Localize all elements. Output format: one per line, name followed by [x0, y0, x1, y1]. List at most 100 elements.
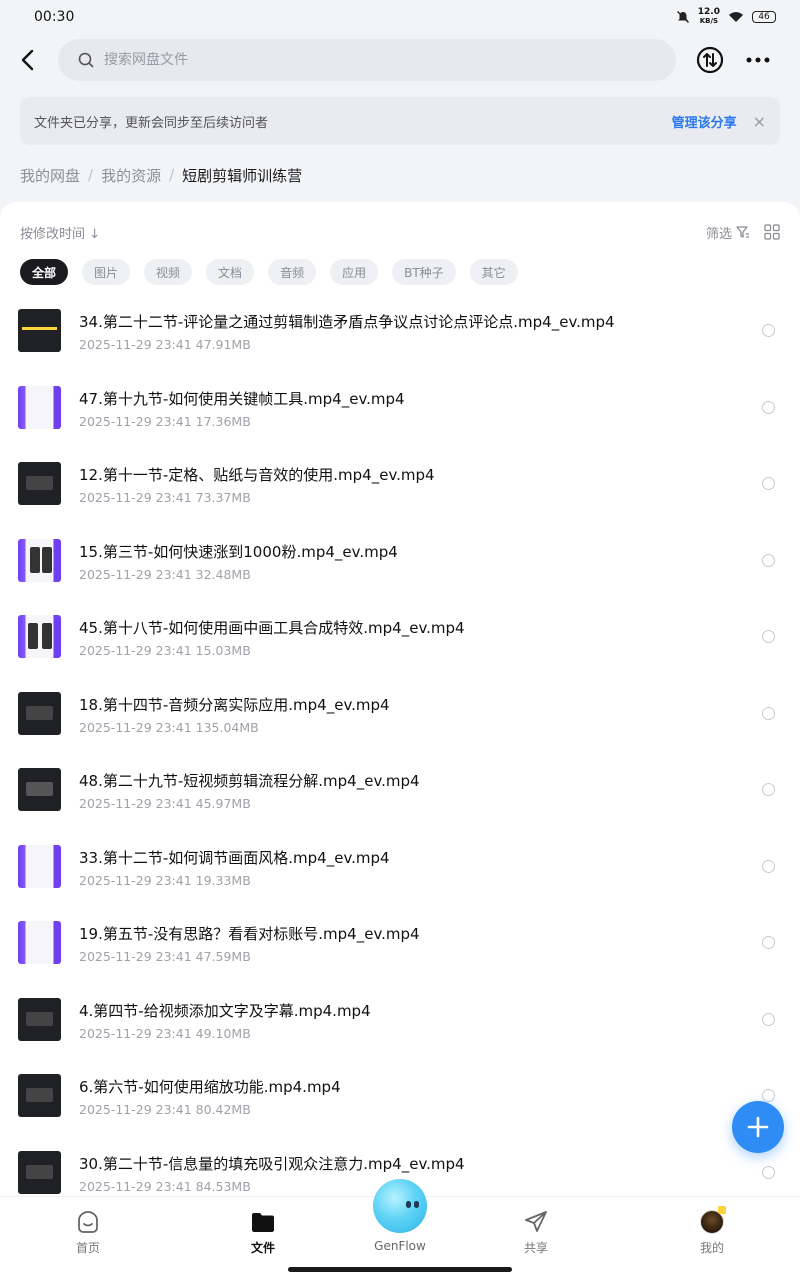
file-name: 4.第四节-给视频添加文字及字幕.mp4.mp4: [79, 1001, 371, 1020]
share-banner: 文件夹已分享，更新会同步至后续访问者 管理该分享 ×: [20, 97, 780, 145]
filter-button[interactable]: 筛选: [706, 223, 750, 242]
back-button[interactable]: [14, 46, 40, 74]
select-radio[interactable]: [762, 1089, 775, 1102]
net-speed-unit: KB/S: [699, 17, 719, 25]
manage-share-link[interactable]: 管理该分享: [672, 112, 737, 131]
file-size: 73.37MB: [195, 490, 251, 505]
status-time: 00:30: [34, 9, 75, 25]
tab-genflow[interactable]: GenFlow: [360, 1179, 440, 1253]
folder-icon: [252, 1213, 274, 1232]
video-thumbnail: [18, 615, 61, 658]
sort-toolbar: 按修改时间 ↓ 筛选: [0, 220, 800, 244]
filter-chips: 全部 图片 视频 文档 音频 应用 BT种子 其它: [20, 259, 518, 285]
search-bar[interactable]: [58, 39, 676, 81]
chip-documents[interactable]: 文档: [206, 259, 255, 285]
grid-view-icon: [764, 224, 780, 240]
file-row[interactable]: 15.第三节-如何快速涨到1000粉.mp4_ev.mp4 2025-11-29…: [0, 527, 800, 604]
file-row[interactable]: 4.第四节-给视频添加文字及字幕.mp4.mp4 2025-11-29 23:4…: [0, 986, 800, 1063]
select-radio[interactable]: [762, 477, 775, 490]
chevron-left-icon: [21, 49, 34, 71]
file-row[interactable]: 19.第五节-没有思路？看看对标账号.mp4_ev.mp4 2025-11-29…: [0, 909, 800, 986]
tab-home[interactable]: 首页: [48, 1209, 128, 1256]
file-row[interactable]: 45.第十八节-如何使用画中画工具合成特效.mp4_ev.mp4 2025-11…: [0, 603, 800, 680]
select-radio[interactable]: [762, 936, 775, 949]
file-meta: 2025-11-29 23:41 45.97MB: [79, 796, 251, 811]
file-meta: 2025-11-29 23:41 47.91MB: [79, 337, 251, 352]
select-radio[interactable]: [762, 324, 775, 337]
file-size: 32.48MB: [195, 566, 251, 582]
file-name: 47.第十九节-如何使用关键帧工具.mp4_ev.mp4: [79, 389, 405, 408]
file-date: 2025-11-29 23:41: [79, 490, 192, 505]
add-button[interactable]: [732, 1101, 784, 1153]
file-row[interactable]: 33.第十二节-如何调节画面风格.mp4_ev.mp4 2025-11-29 2…: [0, 833, 800, 910]
file-date: 2025-11-29 23:41: [79, 1025, 192, 1041]
file-meta: 2025-11-29 23:41 15.03MB: [79, 643, 251, 658]
select-radio[interactable]: [762, 783, 775, 796]
breadcrumb-separator: /: [88, 166, 94, 184]
chip-videos[interactable]: 视频: [144, 259, 193, 285]
file-size: 17.36MB: [195, 413, 251, 429]
file-size: 19.33MB: [195, 872, 251, 888]
file-row[interactable]: 18.第十四节-音频分离实际应用.mp4_ev.mp4 2025-11-29 2…: [0, 680, 800, 757]
select-radio[interactable]: [762, 1012, 775, 1026]
tab-mine[interactable]: 我的: [672, 1206, 752, 1256]
file-name: 45.第十八节-如何使用画中画工具合成特效.mp4_ev.mp4: [79, 619, 465, 637]
file-name: 48.第二十九节-短视频剪辑流程分解.mp4_ev.mp4: [79, 772, 420, 790]
transfer-button[interactable]: [696, 46, 724, 74]
file-name: 18.第十四节-音频分离实际应用.mp4_ev.mp4: [79, 695, 390, 714]
file-name: 33.第十二节-如何调节画面风格.mp4_ev.mp4: [79, 848, 390, 867]
file-name: 6.第六节-如何使用缩放功能.mp4.mp4: [79, 1078, 341, 1096]
select-radio[interactable]: [762, 400, 775, 414]
video-thumbnail: [18, 309, 61, 352]
file-row[interactable]: 48.第二十九节-短视频剪辑流程分解.mp4_ev.mp4 2025-11-29…: [0, 756, 800, 833]
banner-text: 文件夹已分享，更新会同步至后续访问者: [34, 115, 269, 131]
sort-by-modified-button[interactable]: 按修改时间 ↓: [20, 223, 100, 242]
status-icons: 12.0 KB/S 46: [676, 8, 776, 26]
close-banner-button[interactable]: ×: [753, 112, 766, 131]
select-radio[interactable]: [762, 706, 775, 720]
file-size: 135.04MB: [195, 719, 259, 735]
chip-other[interactable]: 其它: [469, 259, 518, 285]
video-thumbnail: [18, 1074, 61, 1117]
select-radio[interactable]: [762, 630, 775, 643]
file-meta: 2025-11-29 23:41 135.04MB: [79, 720, 259, 735]
filter-label: 筛选: [705, 226, 732, 242]
file-row[interactable]: 34.第二十二节-评论量之通过剪辑制造矛盾点争议点讨论点评论点.mp4_ev.m…: [0, 297, 800, 374]
tab-files[interactable]: 文件: [223, 1209, 303, 1256]
wifi-icon: [729, 12, 743, 22]
chip-images[interactable]: 图片: [82, 259, 131, 285]
file-date: 2025-11-29 23:41: [79, 872, 192, 888]
file-meta: 2025-11-29 23:41 84.53MB: [79, 1179, 251, 1194]
chip-apps[interactable]: 应用: [330, 259, 379, 285]
select-radio[interactable]: [762, 553, 775, 567]
chip-bt[interactable]: BT种子: [392, 259, 456, 285]
file-date: 2025-11-29 23:41: [79, 566, 192, 582]
file-meta: 2025-11-29 23:41 19.33MB: [79, 873, 251, 888]
file-meta: 2025-11-29 23:41 17.36MB: [79, 414, 251, 429]
file-row[interactable]: 47.第十九节-如何使用关键帧工具.mp4_ev.mp4 2025-11-29 …: [0, 374, 800, 451]
more-dots-icon: [746, 57, 770, 63]
breadcrumb-my-drive[interactable]: 我的网盘: [20, 165, 80, 186]
file-meta: 2025-11-29 23:41 80.42MB: [79, 1102, 251, 1117]
file-name: 15.第三节-如何快速涨到1000粉.mp4_ev.mp4: [79, 542, 398, 561]
net-speed: 12.0 KB/S: [698, 8, 720, 26]
chip-all[interactable]: 全部: [20, 259, 69, 285]
video-thumbnail: [18, 1150, 61, 1194]
file-row[interactable]: 6.第六节-如何使用缩放功能.mp4.mp4 2025-11-29 23:41 …: [0, 1062, 800, 1139]
tab-share[interactable]: 共享: [496, 1209, 576, 1256]
file-size: 47.59MB: [195, 949, 251, 964]
file-meta: 2025-11-29 23:41 49.10MB: [79, 1026, 251, 1041]
file-date: 2025-11-29 23:41: [79, 413, 192, 429]
search-input[interactable]: [104, 52, 604, 68]
select-radio[interactable]: [762, 859, 775, 873]
battery-icon: 46: [752, 11, 776, 23]
grid-view-toggle[interactable]: [764, 224, 780, 240]
status-bar: 00:30 12.0 KB/S 46: [0, 0, 800, 34]
breadcrumb-my-resources[interactable]: 我的资源: [101, 165, 161, 186]
file-meta: 2025-11-29 23:41 32.48MB: [79, 567, 251, 582]
more-button[interactable]: [744, 46, 772, 74]
chip-audio[interactable]: 音频: [268, 259, 317, 285]
file-meta: 2025-11-29 23:41 73.37MB: [79, 490, 251, 505]
select-radio[interactable]: [762, 1165, 775, 1179]
file-row[interactable]: 12.第十一节-定格、贴纸与音效的使用.mp4_ev.mp4 2025-11-2…: [0, 450, 800, 527]
